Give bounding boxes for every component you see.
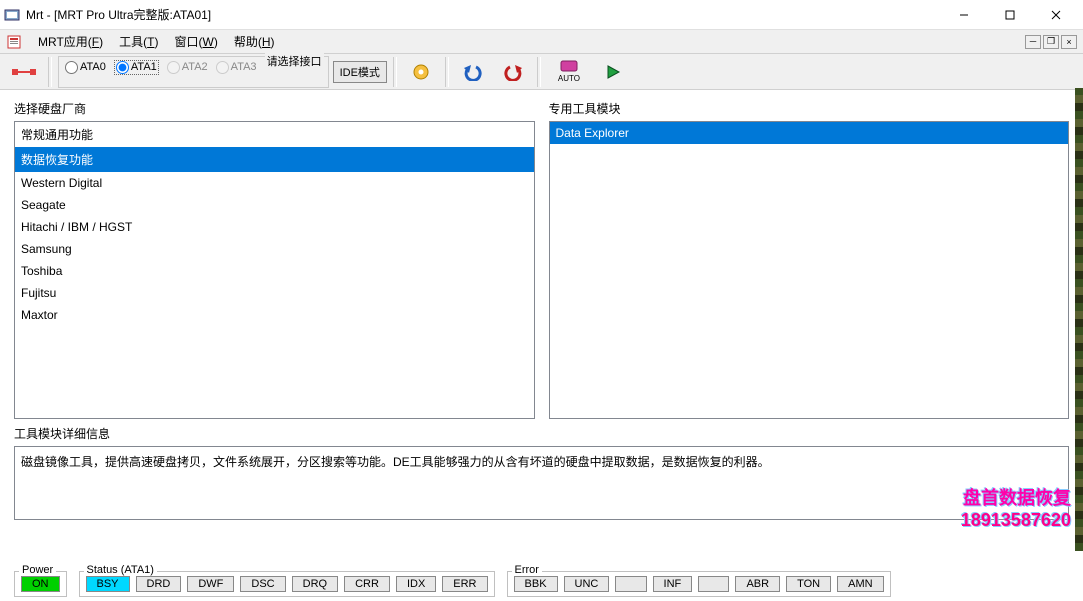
modules-title: 专用工具模块 bbox=[549, 100, 1070, 117]
mdi-minimize-button[interactable]: － bbox=[1025, 35, 1041, 49]
detail-text: 磁盘镜像工具，提供高速硬盘拷贝，文件系统展开，分区搜索等功能。DE工具能够强力的… bbox=[14, 446, 1069, 520]
power-indicator: ON bbox=[21, 576, 60, 592]
radio-ata3[interactable]: ATA3 bbox=[216, 61, 257, 74]
status-flag: BSY bbox=[86, 576, 130, 592]
menu-bar: MRT应用(F) 工具(T) 窗口(W) 帮助(H) － ❐ × bbox=[0, 30, 1083, 54]
menu-mrt-app[interactable]: MRT应用(F) bbox=[30, 31, 111, 52]
detail-title: 工具模块详细信息 bbox=[14, 425, 1069, 442]
auto-icon[interactable]: AUTO bbox=[547, 57, 591, 87]
status-flag: ERR bbox=[442, 576, 487, 592]
error-flag bbox=[698, 576, 729, 592]
toolbar-separator bbox=[48, 57, 52, 87]
background-strip bbox=[1075, 88, 1083, 551]
main-content: 选择硬盘厂商 常规通用功能数据恢复功能Western DigitalSeagat… bbox=[0, 90, 1083, 419]
toolbar-separator bbox=[445, 57, 449, 87]
list-item[interactable]: Samsung bbox=[15, 238, 534, 260]
undo-icon[interactable] bbox=[455, 57, 491, 87]
minimize-button[interactable] bbox=[941, 0, 987, 30]
status-bar: Power ON Status (ATA1) BSYDRDDWFDSCDRQCR… bbox=[14, 571, 1069, 597]
status-flag: DRQ bbox=[292, 576, 338, 592]
auto-label: AUTO bbox=[558, 74, 580, 83]
mdi-close-button[interactable]: × bbox=[1061, 35, 1077, 49]
error-flag: AMN bbox=[837, 576, 883, 592]
error-flag: INF bbox=[653, 576, 693, 592]
power-label: Power bbox=[19, 564, 56, 576]
ide-mode-button[interactable]: IDE模式 bbox=[333, 61, 387, 83]
title-bar: Mrt - [MRT Pro Ultra完整版:ATA01] bbox=[0, 0, 1083, 30]
list-item[interactable]: Hitachi / IBM / HGST bbox=[15, 216, 534, 238]
status-flag: DRD bbox=[136, 576, 182, 592]
gear-icon[interactable] bbox=[403, 57, 439, 87]
modules-panel: 专用工具模块 Data Explorer bbox=[549, 100, 1070, 419]
toolbar-separator bbox=[393, 57, 397, 87]
status-flag: DWF bbox=[187, 576, 234, 592]
modules-listbox[interactable]: Data Explorer bbox=[549, 121, 1070, 419]
interface-selector: ATA0 ATA1 ATA2 ATA3 请选择接口 bbox=[58, 56, 329, 88]
error-flag: BBK bbox=[514, 576, 558, 592]
power-group: Power ON bbox=[14, 571, 67, 597]
mdi-restore-button[interactable]: ❐ bbox=[1043, 35, 1059, 49]
play-icon[interactable] bbox=[595, 57, 631, 87]
list-item[interactable]: 数据恢复功能 bbox=[15, 147, 534, 172]
connect-icon[interactable] bbox=[6, 57, 42, 87]
interface-legend: 请选择接口 bbox=[265, 53, 324, 69]
close-button[interactable] bbox=[1033, 0, 1079, 30]
list-item[interactable]: Maxtor bbox=[15, 304, 534, 326]
error-flag: ABR bbox=[735, 576, 780, 592]
menu-tools[interactable]: 工具(T) bbox=[111, 31, 166, 52]
status-group: Status (ATA1) BSYDRDDWFDSCDRQCRRIDXERR bbox=[79, 571, 495, 597]
app-icon bbox=[4, 7, 20, 23]
error-flag: UNC bbox=[564, 576, 610, 592]
status-label: Status (ATA1) bbox=[84, 564, 157, 576]
error-flag bbox=[615, 576, 646, 592]
error-flag: TON bbox=[786, 576, 831, 592]
doc-icon bbox=[6, 34, 22, 50]
list-item[interactable]: Seagate bbox=[15, 194, 534, 216]
maximize-button[interactable] bbox=[987, 0, 1033, 30]
list-item[interactable]: Toshiba bbox=[15, 260, 534, 282]
status-flag: DSC bbox=[240, 576, 285, 592]
toolbar: ATA0 ATA1 ATA2 ATA3 请选择接口 IDE模式 AUTO bbox=[0, 54, 1083, 90]
list-item[interactable]: 常规通用功能 bbox=[15, 122, 534, 147]
list-item[interactable]: Fujitsu bbox=[15, 282, 534, 304]
vendors-panel: 选择硬盘厂商 常规通用功能数据恢复功能Western DigitalSeagat… bbox=[14, 100, 535, 419]
mdi-controls: － ❐ × bbox=[1025, 35, 1077, 49]
list-item[interactable]: Data Explorer bbox=[550, 122, 1069, 144]
list-item[interactable]: Western Digital bbox=[15, 172, 534, 194]
detail-section: 工具模块详细信息 磁盘镜像工具，提供高速硬盘拷贝，文件系统展开，分区搜索等功能。… bbox=[0, 419, 1083, 520]
status-flag: IDX bbox=[396, 576, 436, 592]
radio-ata0[interactable]: ATA0 bbox=[65, 61, 106, 74]
vendors-listbox[interactable]: 常规通用功能数据恢复功能Western DigitalSeagateHitach… bbox=[14, 121, 535, 419]
radio-ata1[interactable]: ATA1 bbox=[114, 60, 159, 75]
vendors-title: 选择硬盘厂商 bbox=[14, 100, 535, 117]
error-label: Error bbox=[512, 564, 542, 576]
window-title: Mrt - [MRT Pro Ultra完整版:ATA01] bbox=[26, 6, 941, 23]
error-group: Error BBKUNC INF ABRTONAMN bbox=[507, 571, 891, 597]
menu-window[interactable]: 窗口(W) bbox=[166, 31, 225, 52]
toolbar-separator bbox=[537, 57, 541, 87]
redo-icon[interactable] bbox=[495, 57, 531, 87]
window-controls bbox=[941, 0, 1079, 30]
status-flag: CRR bbox=[344, 576, 390, 592]
radio-ata2[interactable]: ATA2 bbox=[167, 61, 208, 74]
menu-help[interactable]: 帮助(H) bbox=[226, 31, 283, 52]
